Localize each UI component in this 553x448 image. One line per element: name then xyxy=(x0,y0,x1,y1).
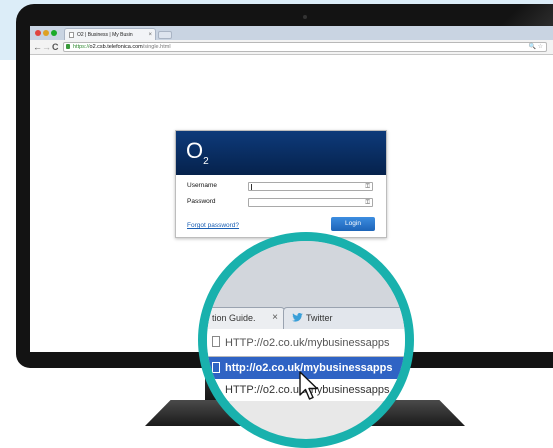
zoomed-address-text: HTTP://o2.co.uk/mybusinessapps xyxy=(225,337,390,349)
browser-tabstrip: O2 | Business | My Busin × xyxy=(30,26,553,40)
url-scheme: https:// xyxy=(73,44,90,50)
text-caret xyxy=(251,184,252,190)
forward-button[interactable]: → xyxy=(42,41,51,53)
new-tab-button[interactable] xyxy=(158,31,172,39)
password-label: Password xyxy=(187,198,216,205)
key-icon: ⚿ xyxy=(365,184,370,190)
username-label: Username xyxy=(187,182,217,189)
zoomed-tab-guide[interactable]: tion Guide. × xyxy=(207,307,285,329)
camera-dot xyxy=(303,15,307,19)
login-card: O2 Username ⚿ Password ⚿ Forgot password… xyxy=(175,130,387,238)
maximize-window-button[interactable] xyxy=(51,30,57,36)
url-host: o2.csb.telefonica.com xyxy=(89,44,143,50)
key-icon: ⚿ xyxy=(365,200,370,206)
page-icon xyxy=(212,362,220,373)
o2-logo: O2 xyxy=(186,138,209,167)
login-card-header: O2 xyxy=(176,131,386,175)
browser-tab-o2[interactable]: O2 | Business | My Busin × xyxy=(64,28,156,40)
bookmark-star-icon[interactable]: 🔍 ☆ xyxy=(528,43,543,52)
tab-close-icon[interactable]: × xyxy=(272,308,278,328)
tab-title: O2 | Business | My Busin xyxy=(77,32,133,38)
twitter-icon xyxy=(292,313,303,322)
close-window-button[interactable] xyxy=(35,30,41,36)
url-path: /single.html xyxy=(142,44,171,50)
mouse-pointer-icon xyxy=(299,371,318,400)
back-button[interactable]: ← xyxy=(33,41,42,53)
magnifier-callout: tion Guide. × Twitter HTTP://o2.co.uk/my… xyxy=(198,232,414,448)
username-field[interactable]: ⚿ xyxy=(248,182,373,191)
zoomed-tab-twitter[interactable]: Twitter xyxy=(283,307,405,329)
lock-icon xyxy=(66,44,70,49)
minimize-window-button[interactable] xyxy=(43,30,49,36)
reload-button[interactable]: C xyxy=(52,41,59,53)
page-icon xyxy=(212,336,220,347)
zoomed-address-bar[interactable]: HTTP://o2.co.uk/mybusinessapps xyxy=(207,329,405,357)
login-button[interactable]: Login xyxy=(331,217,375,231)
zoomed-tab-title: tion Guide. xyxy=(212,313,256,323)
zoomed-tab-title: Twitter xyxy=(306,313,333,323)
address-bar[interactable]: https://o2.csb.telefonica.com/single.htm… xyxy=(63,42,547,52)
password-field[interactable]: ⚿ xyxy=(248,198,373,207)
page-icon xyxy=(69,32,74,38)
forgot-password-link[interactable]: Forgot password? xyxy=(187,222,239,229)
browser-toolbar: ← → C https://o2.csb.telefonica.com/sing… xyxy=(30,40,553,55)
tab-close-icon[interactable]: × xyxy=(148,29,152,40)
